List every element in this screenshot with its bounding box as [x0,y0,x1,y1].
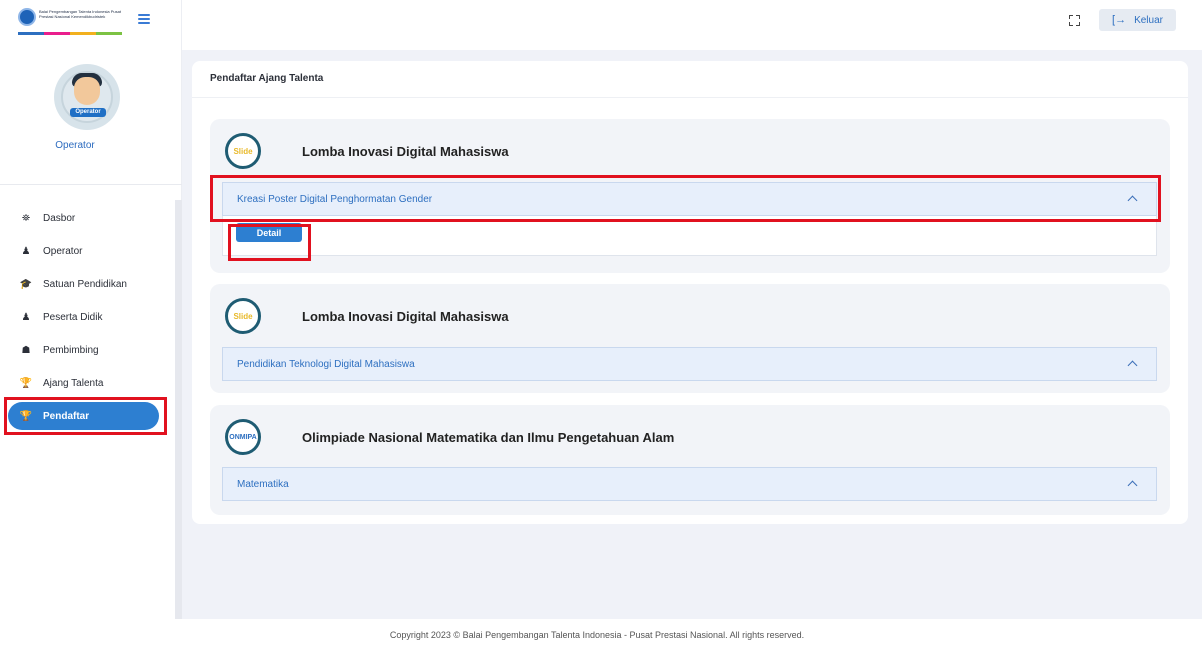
sidebar-item-peserta-didik[interactable]: ♟ Peserta Didik [8,303,159,331]
competition-logo-icon: ONMIPA [225,419,261,455]
fullscreen-icon[interactable] [1069,15,1080,26]
sidebar-item-ajang-talenta[interactable]: 🏆 Ajang Talenta [8,369,159,397]
trophy-icon: 🏆 [19,410,33,422]
sidebar-item-pendaftar[interactable]: 🏆 Pendaftar [8,402,159,430]
logout-button[interactable]: [→ Keluar [1099,9,1176,31]
competition-card: Slide Lomba Inovasi Digital Mahasiswa Pe… [210,284,1170,393]
user-icon: ♟ [21,245,31,257]
sidebar-item-satuan-pendidikan[interactable]: 🎓 Satuan Pendidikan [8,270,159,298]
sidebar-item-dasbor[interactable]: ⛯ Dasbor [8,204,159,232]
main-card: Pendaftar Ajang Talenta Slide Lomba Inov… [192,61,1188,524]
users-icon: ☗ [21,344,31,356]
sidebar-item-label: Ajang Talenta [43,377,104,389]
category-accordion[interactable]: Matematika [222,467,1157,501]
avatar-badge: Operator [70,108,106,117]
brand-logo[interactable]: Balai Pengembangan Talenta Indonesia Pus… [18,8,126,36]
sidebar-divider [0,184,182,185]
footer-copyright: Copyright 2023 © Balai Pengembangan Tale… [389,630,805,640]
profile-name: Operator [55,140,95,151]
logout-icon: [→ [1112,14,1127,26]
category-accordion[interactable]: Pendidikan Teknologi Digital Mahasiswa [222,347,1157,381]
dashboard-icon: ⛯ [22,212,30,224]
brand-text: Balai Pengembangan Talenta Indonesia Pus… [39,9,121,19]
chevron-up-icon [1128,194,1138,204]
competition-logo-icon: Slide [225,133,261,169]
sidebar-item-label: Dasbor [43,212,76,224]
user-icon: ♟ [21,311,31,323]
sidebar-item-label: Pendaftar [43,410,90,422]
sidebar-item-label: Satuan Pendidikan [43,278,127,290]
avatar: Operator [54,64,120,130]
sidebar-item-label: Pembimbing [43,344,99,356]
sidebar-item-label: Peserta Didik [43,311,103,323]
sidebar-item-label: Operator [43,245,83,257]
detail-button[interactable]: Detail [236,223,302,242]
sidebar: Balai Pengembangan Talenta Indonesia Pus… [0,0,182,619]
trophy-icon: 🏆 [19,377,33,389]
page-title: Pendaftar Ajang Talenta [210,73,324,84]
ministry-logo-icon [18,8,36,26]
card-divider [192,97,1188,98]
topbar: [→ Keluar [182,0,1202,50]
brand-stripe [18,32,122,35]
competition-card: ONMIPA Olimpiade Nasional Matematika dan… [210,405,1170,515]
accordion-body: Detail [222,216,1157,256]
sidebar-item-pembimbing[interactable]: ☗ Pembimbing [8,336,159,364]
category-accordion[interactable]: Kreasi Poster Digital Penghormatan Gende… [222,182,1157,216]
sidebar-scrollbar[interactable] [175,200,182,619]
competition-title: Olimpiade Nasional Matematika dan Ilmu P… [302,430,675,445]
footer: Copyright 2023 © Balai Pengembangan Tale… [0,619,1202,649]
category-label: Pendidikan Teknologi Digital Mahasiswa [237,358,415,370]
competition-card: Slide Lomba Inovasi Digital Mahasiswa Kr… [210,119,1170,273]
chevron-up-icon [1128,359,1138,369]
sidebar-item-operator[interactable]: ♟ Operator [8,237,159,265]
competition-logo-icon: Slide [225,298,261,334]
competition-title: Lomba Inovasi Digital Mahasiswa [302,144,509,159]
category-label: Kreasi Poster Digital Penghormatan Gende… [237,193,433,205]
menu-toggle-icon[interactable] [138,14,150,24]
graduation-cap-icon: 🎓 [19,278,33,290]
category-label: Matematika [237,478,289,490]
chevron-up-icon [1128,479,1138,489]
logout-label: Keluar [1134,14,1163,26]
competition-title: Lomba Inovasi Digital Mahasiswa [302,309,509,324]
